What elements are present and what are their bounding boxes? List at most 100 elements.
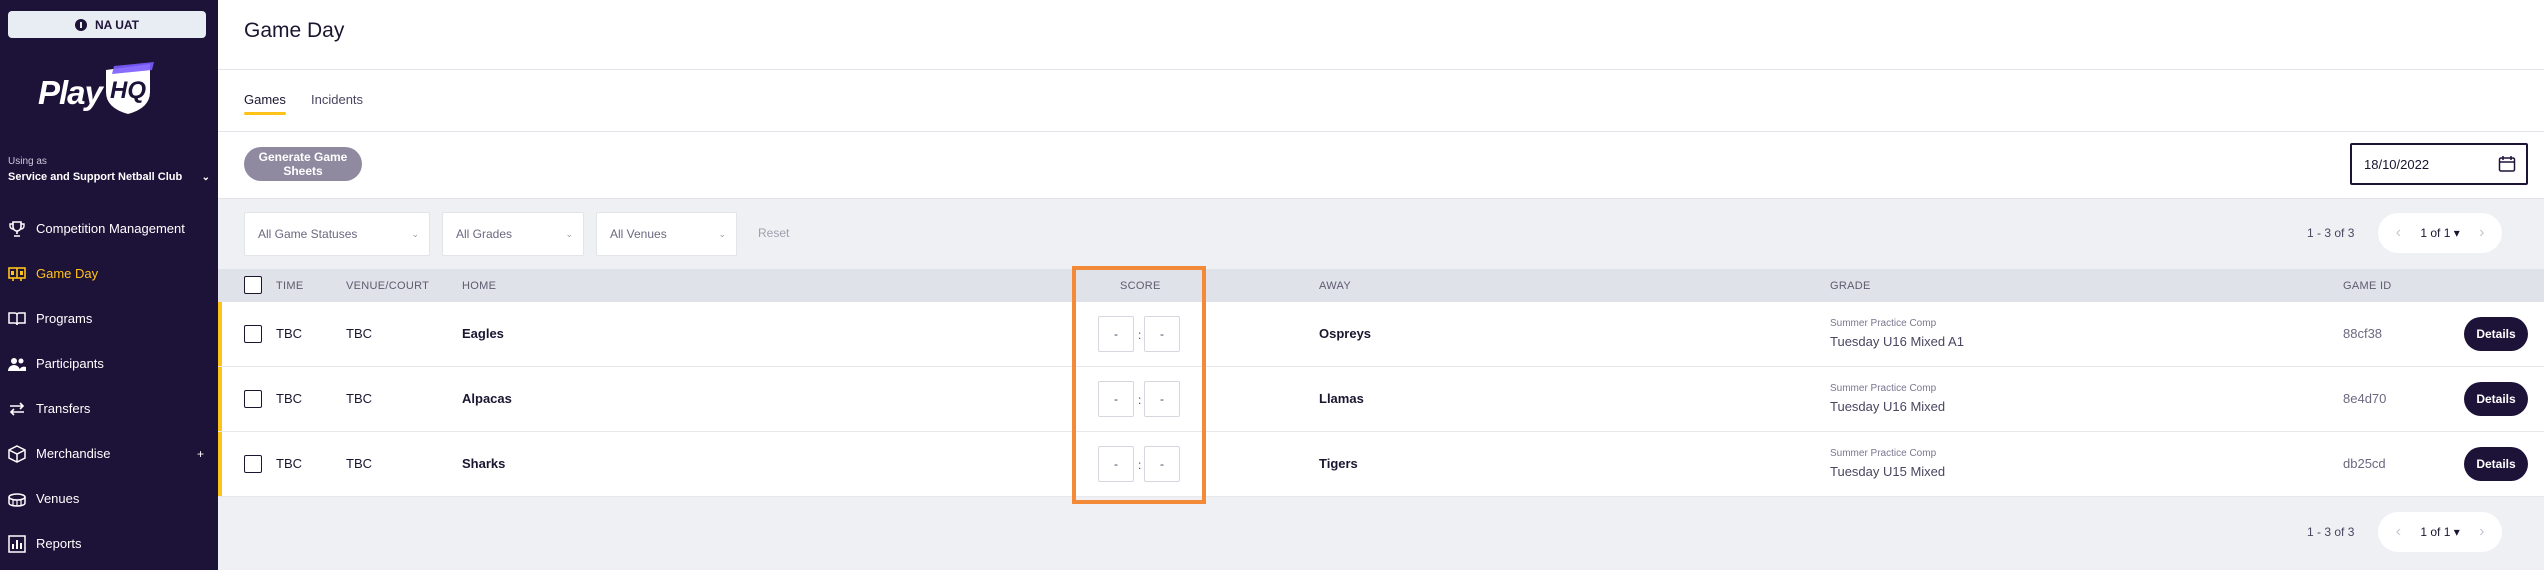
select-all-checkbox[interactable] bbox=[244, 276, 262, 294]
sidebar-item-label: Transfers bbox=[36, 401, 91, 416]
sidebar-item-label: Game Day bbox=[36, 266, 99, 281]
tab-incidents[interactable]: Incidents bbox=[311, 92, 363, 107]
column-header-score: SCORE bbox=[1120, 280, 1161, 292]
action-bar: Generate Game Sheets 18/10/2022 bbox=[218, 132, 2544, 199]
page-select-value: 1 of 1 bbox=[2420, 525, 2451, 539]
row-checkbox[interactable] bbox=[244, 390, 262, 408]
sidebar-item-programs[interactable]: Programs bbox=[0, 296, 218, 341]
game-id: 88cf38 bbox=[2343, 326, 2383, 341]
away-score-input[interactable]: - bbox=[1144, 446, 1180, 482]
playhq-logo[interactable]: Play HQ bbox=[38, 62, 158, 118]
table-row[interactable]: TBC TBC Eagles - : - Ospreys Summer Prac… bbox=[218, 302, 2544, 367]
pagination-top: 1 - 3 of 3 ‹ 1 of 1 ▾ › bbox=[2307, 213, 2502, 253]
score-separator: : bbox=[1138, 393, 1142, 407]
table-row[interactable]: TBC TBC Alpacas - : - Llamas Summer Prac… bbox=[218, 367, 2544, 432]
home-team: Alpacas bbox=[462, 391, 512, 406]
competition-name: Summer Practice Comp bbox=[1830, 318, 1937, 329]
game-status-filter[interactable]: All Game Statuses ⌄ bbox=[244, 212, 430, 256]
page-header: Game Day bbox=[218, 0, 2544, 70]
transfer-icon bbox=[8, 400, 26, 418]
page-select[interactable]: 1 of 1 ▾ bbox=[2412, 226, 2467, 240]
sidebar-item-venues[interactable]: Venues bbox=[0, 476, 218, 521]
main-content: Game Day Games Incidents Generate Game S… bbox=[218, 0, 2544, 570]
games-table: TIME VENUE/COURT HOME SCORE AWAY GRADE G… bbox=[218, 269, 2544, 497]
game-venue: TBC bbox=[346, 391, 372, 406]
scoreboard-icon bbox=[8, 265, 26, 283]
details-button[interactable]: Details bbox=[2464, 382, 2528, 416]
sidebar-item-participants[interactable]: Participants bbox=[0, 341, 218, 386]
game-id: 8e4d70 bbox=[2343, 391, 2387, 406]
sidebar-item-merchandise[interactable]: Merchandise + bbox=[0, 431, 218, 476]
tabs-bar: Games Incidents bbox=[218, 70, 2544, 132]
grade-name: Tuesday U16 Mixed bbox=[1830, 399, 1946, 414]
reset-filters-button[interactable]: Reset bbox=[758, 226, 789, 240]
pagination-range: 1 - 3 of 3 bbox=[2307, 525, 2355, 539]
column-header-grade: GRADE bbox=[1830, 280, 1871, 292]
column-header-time: TIME bbox=[276, 280, 304, 292]
row-checkbox[interactable] bbox=[244, 325, 262, 343]
column-header-venue: VENUE/COURT bbox=[346, 280, 430, 292]
game-time: TBC bbox=[276, 326, 302, 341]
logo-mark: HQ bbox=[110, 77, 146, 104]
expand-plus-icon[interactable]: + bbox=[197, 447, 204, 461]
book-icon bbox=[8, 310, 26, 328]
away-team: Ospreys bbox=[1319, 326, 1372, 341]
sidebar-item-competition-management[interactable]: Competition Management bbox=[0, 206, 218, 251]
organisation-switcher[interactable]: Service and Support Netball Club ⌄ bbox=[8, 171, 210, 183]
chevron-down-icon: ⌄ bbox=[411, 228, 419, 239]
chevron-left-icon[interactable]: ‹ bbox=[2384, 523, 2412, 541]
organisation-name: Service and Support Netball Club bbox=[8, 171, 183, 183]
score-separator: : bbox=[1138, 458, 1142, 472]
column-header-home: HOME bbox=[462, 280, 497, 292]
people-icon bbox=[8, 355, 26, 373]
sidebar-item-label: Venues bbox=[36, 491, 80, 506]
column-header-away: AWAY bbox=[1319, 280, 1351, 292]
tab-games[interactable]: Games bbox=[244, 92, 286, 115]
calendar-icon bbox=[2498, 156, 2516, 172]
competition-name: Summer Practice Comp bbox=[1830, 448, 1937, 459]
pagination-bottom: 1 - 3 of 3 ‹ 1 of 1 ▾ › bbox=[2307, 512, 2502, 552]
away-team: Llamas bbox=[1319, 391, 1364, 406]
game-id: db25cd bbox=[2343, 456, 2386, 471]
trophy-icon bbox=[8, 220, 26, 238]
row-checkbox[interactable] bbox=[244, 455, 262, 473]
away-team: Tigers bbox=[1319, 456, 1358, 471]
sidebar-nav: Competition Management Game Day Programs… bbox=[0, 206, 218, 566]
sidebar-item-reports[interactable]: Reports bbox=[0, 521, 218, 566]
competition-name: Summer Practice Comp bbox=[1830, 383, 1937, 394]
date-picker[interactable]: 18/10/2022 bbox=[2350, 143, 2528, 185]
venue-filter[interactable]: All Venues ⌄ bbox=[596, 212, 737, 256]
page-select[interactable]: 1 of 1 ▾ bbox=[2412, 525, 2467, 539]
box-icon bbox=[8, 444, 26, 463]
home-score-input[interactable]: - bbox=[1098, 381, 1134, 417]
chevron-right-icon[interactable]: › bbox=[2468, 224, 2496, 242]
chevron-left-icon[interactable]: ‹ bbox=[2384, 224, 2412, 242]
pagination-control: ‹ 1 of 1 ▾ › bbox=[2378, 512, 2502, 552]
home-team: Sharks bbox=[462, 456, 506, 471]
details-button[interactable]: Details bbox=[2464, 317, 2528, 351]
home-team: Eagles bbox=[462, 326, 504, 341]
info-icon bbox=[75, 18, 87, 31]
chevron-right-icon[interactable]: › bbox=[2468, 523, 2496, 541]
away-score-input[interactable]: - bbox=[1144, 316, 1180, 352]
sidebar-item-label: Reports bbox=[36, 536, 82, 551]
away-score-input[interactable]: - bbox=[1144, 381, 1180, 417]
page-title: Game Day bbox=[244, 19, 345, 42]
details-button[interactable]: Details bbox=[2464, 447, 2528, 481]
sidebar-item-label: Programs bbox=[36, 311, 93, 326]
score-separator: : bbox=[1138, 328, 1142, 342]
grade-name: Tuesday U16 Mixed A1 bbox=[1830, 334, 1964, 349]
chart-icon bbox=[8, 534, 26, 553]
grade-filter[interactable]: All Grades ⌄ bbox=[442, 212, 584, 256]
page-select-value: 1 of 1 bbox=[2420, 226, 2451, 240]
column-header-game-id: GAME ID bbox=[2343, 280, 2392, 292]
generate-game-sheets-button[interactable]: Generate Game Sheets bbox=[244, 147, 362, 181]
game-venue: TBC bbox=[346, 326, 372, 341]
sidebar-item-transfers[interactable]: Transfers bbox=[0, 386, 218, 431]
sidebar-item-game-day[interactable]: Game Day bbox=[0, 251, 218, 296]
home-score-input[interactable]: - bbox=[1098, 316, 1134, 352]
pagination-control: ‹ 1 of 1 ▾ › bbox=[2378, 213, 2502, 253]
pagination-range: 1 - 3 of 3 bbox=[2307, 226, 2355, 240]
table-row[interactable]: TBC TBC Sharks - : - Tigers Summer Pract… bbox=[218, 432, 2544, 497]
home-score-input[interactable]: - bbox=[1098, 446, 1134, 482]
